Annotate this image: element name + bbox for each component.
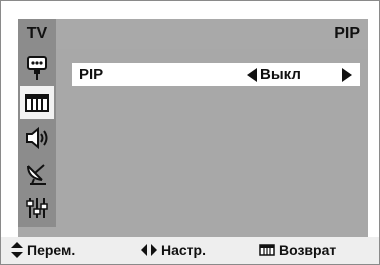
- page-title: PIP: [334, 25, 360, 42]
- menu-icon: [259, 244, 279, 256]
- osd-header: TV PIP: [18, 19, 368, 49]
- left-right-arrows-icon: [141, 244, 161, 256]
- menu-content: PIP Выкл: [56, 49, 368, 227]
- move-label: Перем.: [27, 242, 76, 258]
- tv-osd-window: TV PIP PIP Выкл Перем. Настр. Возврат: [0, 0, 380, 265]
- antenna-icon: [24, 161, 50, 185]
- setup-menu-tab[interactable]: [20, 191, 54, 224]
- return-label: Возврат: [279, 242, 337, 258]
- up-down-arrows-icon: [11, 242, 27, 258]
- pip-value: Выкл: [260, 66, 301, 83]
- remote-input-icon: [25, 55, 49, 81]
- adjust-hint: Настр.: [141, 242, 206, 258]
- footer-hints: Перем. Настр. Возврат: [1, 237, 379, 264]
- menu-sidebar: [18, 49, 56, 227]
- return-hint: Возврат: [259, 242, 336, 258]
- pip-setting-row[interactable]: PIP Выкл: [72, 63, 360, 86]
- picture-icon: [24, 92, 50, 114]
- channel-menu-tab[interactable]: [20, 156, 54, 189]
- setup-icon: [25, 195, 49, 221]
- sound-icon: [24, 126, 50, 150]
- arrow-right-icon[interactable]: [342, 68, 352, 82]
- adjust-label: Настр.: [161, 242, 206, 258]
- move-hint: Перем.: [11, 242, 75, 258]
- input-menu-tab[interactable]: [20, 51, 54, 84]
- source-badge: TV: [18, 19, 56, 49]
- osd-panel: TV PIP PIP Выкл: [18, 19, 368, 237]
- arrow-left-icon[interactable]: [247, 68, 257, 82]
- sound-menu-tab[interactable]: [20, 121, 54, 154]
- pip-label: PIP: [79, 66, 104, 83]
- picture-menu-tab[interactable]: [20, 86, 54, 119]
